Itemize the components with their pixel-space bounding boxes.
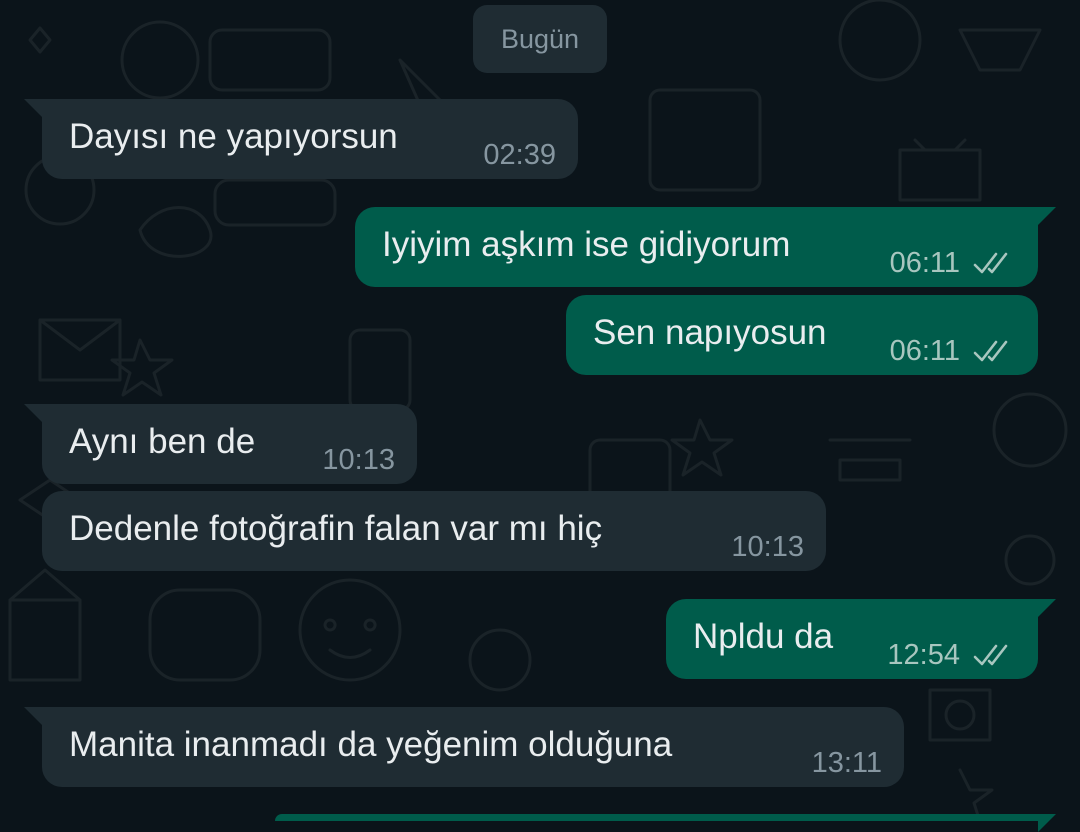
message-meta: 02:39 <box>483 139 556 171</box>
message-bubble-incoming[interactable]: Manita inanmadı da yeğenim olduğuna 13:1… <box>24 707 904 787</box>
bubble-tail <box>24 404 42 422</box>
message-bubble-incoming[interactable]: Aynı ben de 10:13 <box>24 404 417 484</box>
message-time: 13:11 <box>811 747 882 779</box>
message-meta: 10:13 <box>322 444 395 476</box>
double-check-icon <box>973 340 1008 362</box>
message-bubble-outgoing[interactable]: Sen napıyosun 06:11 <box>566 295 1038 375</box>
bubble-tail <box>1038 814 1056 832</box>
message-meta: 06:11 <box>890 335 1016 367</box>
bubble-tail <box>1038 207 1056 225</box>
message-text: Iyiyim aşkım ise gidiyorum <box>382 225 791 264</box>
message-bubble-outgoing[interactable]: Iyiyim aşkım ise gidiyorum 06:11 <box>355 207 1056 287</box>
message-bubble-incoming[interactable]: Dayısı ne yapıyorsun 02:39 <box>24 99 578 179</box>
message-time: 12:54 <box>887 639 960 671</box>
message-time: 06:11 <box>889 335 960 367</box>
message-bubble-outgoing-partial[interactable] <box>275 814 1056 832</box>
message-text: Sen napıyosun <box>593 313 827 352</box>
message-text: Npldu da <box>693 617 834 656</box>
message-text: Dayısı ne yapıyorsun <box>69 117 398 156</box>
message-time: 10:13 <box>731 531 804 563</box>
message-meta: 06:11 <box>890 247 1016 279</box>
double-check-icon <box>973 644 1008 666</box>
message-time: 02:39 <box>483 139 556 171</box>
message-bubble-incoming[interactable]: Dedenle fotoğrafin falan var mı hiç 10:1… <box>42 491 826 571</box>
double-check-icon <box>973 252 1008 274</box>
message-meta: 12:54 <box>887 639 1016 671</box>
bubble-tail <box>24 707 42 725</box>
date-separator: Bugün <box>473 5 607 73</box>
message-text: Dedenle fotoğrafin falan var mı hiç <box>69 509 603 548</box>
message-meta: 10:13 <box>731 531 804 563</box>
message-time: 10:13 <box>322 444 395 476</box>
message-time: 06:11 <box>889 247 960 279</box>
message-bubble-outgoing[interactable]: Npldu da 12:54 <box>666 599 1056 679</box>
message-text: Manita inanmadı da yeğenim olduğuna <box>69 725 673 764</box>
bubble-tail <box>24 99 42 117</box>
message-meta: 13:11 <box>812 747 882 779</box>
bubble-tail <box>1038 599 1056 617</box>
message-text: Aynı ben de <box>69 422 256 461</box>
